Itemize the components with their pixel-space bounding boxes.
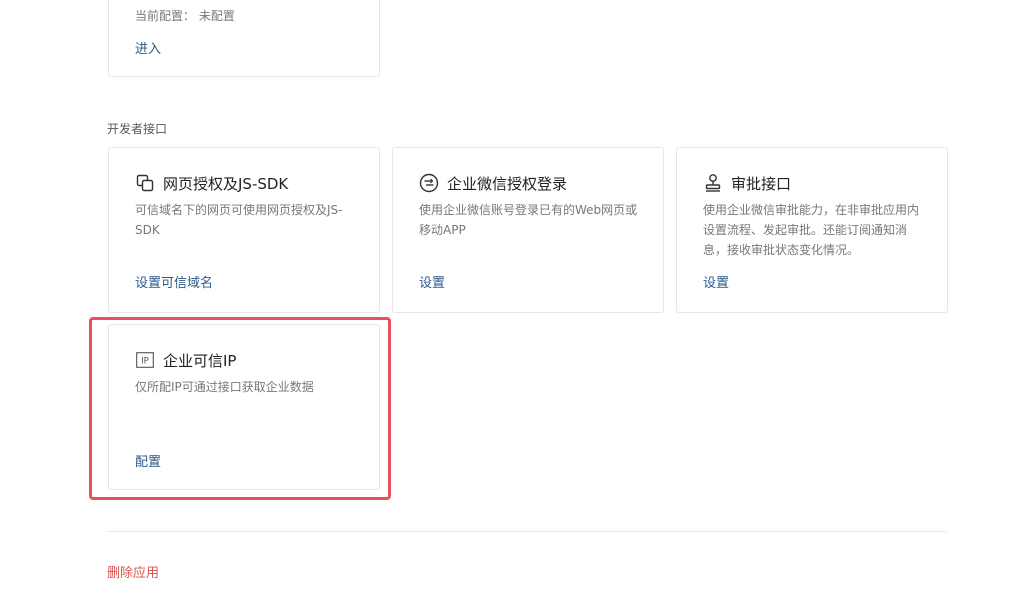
card-description: 使用企业微信账号登录已有的Web网页或 移动APP (419, 200, 637, 240)
wechat-login-icon (419, 173, 439, 193)
card-title-row: 审批接口 (703, 172, 791, 194)
delete-app-button[interactable]: 删除应用 (107, 562, 159, 581)
card-description-line: SDK (135, 223, 160, 237)
section-label-developer-api: 开发者接口 (107, 122, 168, 136)
app-settings-page: 当前配置： 未配置 进入 开发者接口 网页授权及JS-SDK 可信域名下的网页可… (0, 0, 1035, 595)
current-config-text: 当前配置： 未配置 (135, 9, 235, 23)
card-approval-api: 审批接口 使用企业微信审批能力，在非审批应用内 设置流程、发起审批。还能订阅通知… (676, 147, 948, 313)
card-description-line: 可信域名下的网页可使用网页授权及JS- (135, 203, 343, 217)
card-title-row: 企业微信授权登录 (419, 172, 567, 194)
enter-link[interactable]: 进入 (135, 38, 161, 57)
card-web-auth-jssdk: 网页授权及JS-SDK 可信域名下的网页可使用网页授权及JS- SDK 设置可信… (108, 147, 380, 313)
web-auth-icon (135, 173, 155, 193)
card-description-line: 移动APP (419, 223, 466, 237)
approval-settings-link[interactable]: 设置 (703, 272, 729, 291)
wecom-login-settings-link[interactable]: 设置 (419, 272, 445, 291)
card-description-line: 使用企业微信账号登录已有的Web网页或 (419, 203, 638, 217)
top-config-card: 当前配置： 未配置 进入 (108, 0, 380, 77)
card-description-line: 设置流程、发起审批。还能订阅通知消 (703, 223, 908, 237)
card-description-line: 使用企业微信审批能力，在非审批应用内 (703, 203, 920, 217)
card-title: 网页授权及JS-SDK (163, 174, 289, 193)
card-title-row: 网页授权及JS-SDK (135, 172, 288, 194)
divider (107, 531, 947, 532)
set-trusted-domain-link[interactable]: 设置可信域名 (135, 272, 213, 291)
card-description: 可信域名下的网页可使用网页授权及JS- SDK (135, 200, 343, 240)
highlight-box (89, 317, 391, 500)
card-description-line: 息，接收审批状态变化情况。 (703, 243, 860, 257)
card-wecom-login: 企业微信授权登录 使用企业微信账号登录已有的Web网页或 移动APP 设置 (392, 147, 664, 313)
stamp-icon (703, 173, 723, 193)
card-title: 企业微信授权登录 (447, 174, 568, 193)
card-title: 审批接口 (731, 174, 792, 193)
card-description: 使用企业微信审批能力，在非审批应用内 设置流程、发起审批。还能订阅通知消 息，接… (703, 200, 919, 260)
